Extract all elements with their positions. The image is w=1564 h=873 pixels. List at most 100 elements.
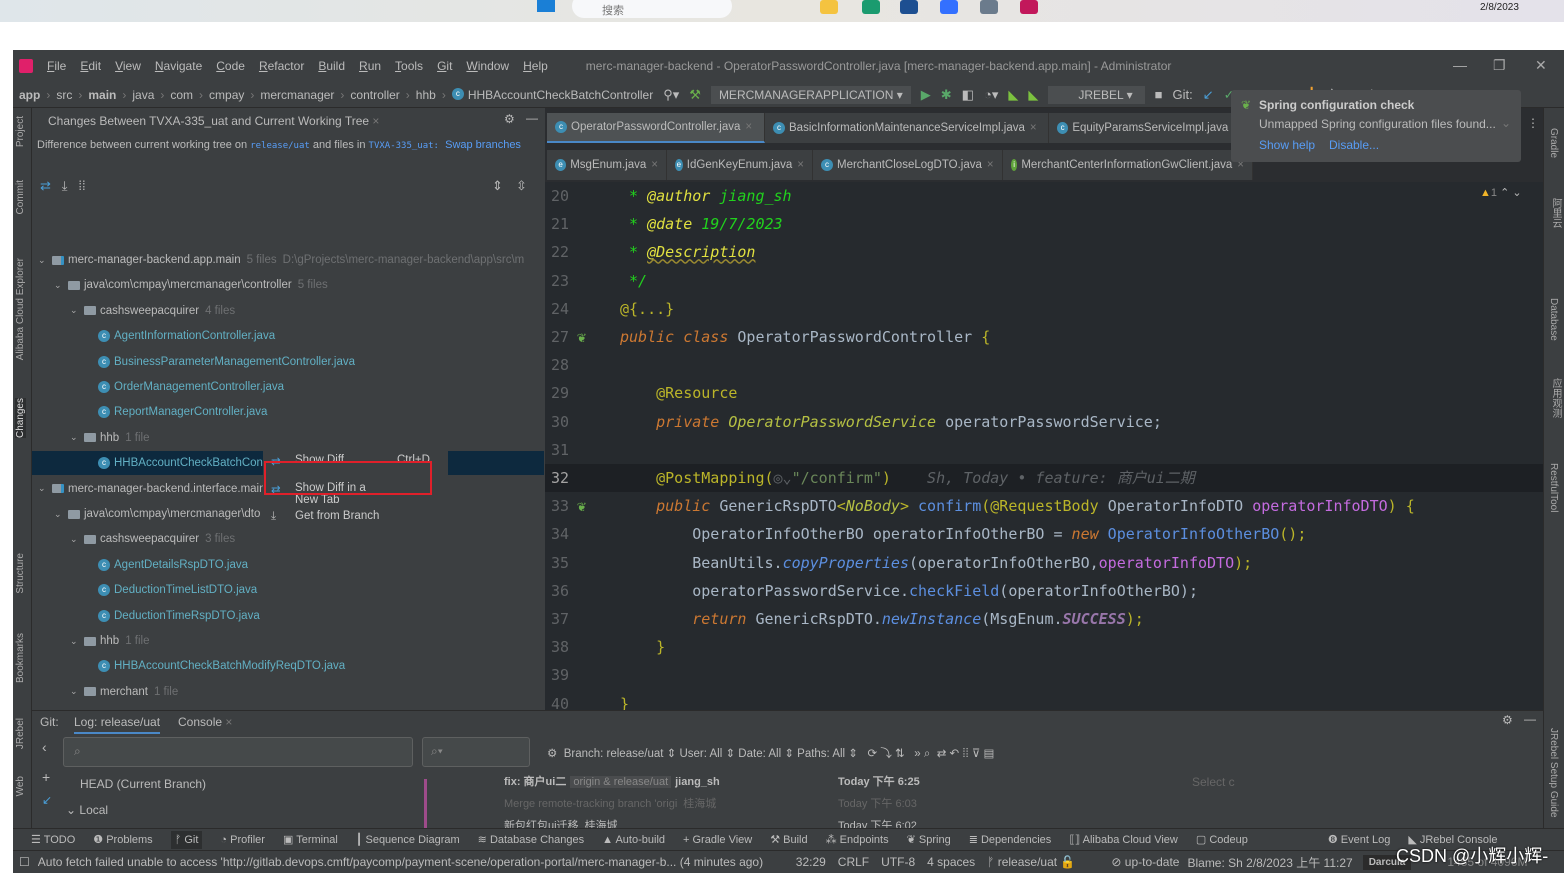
code-line[interactable]: 24 @{...} [545,295,1543,323]
tool-strip-structure[interactable]: Structure [15,553,26,594]
tool-window-sequence-diagram[interactable]: ┃ Sequence Diagram [356,833,460,846]
collapse-sidebar-icon[interactable]: ‹ [42,739,47,755]
collapse-all-icon[interactable]: ⇳ [516,178,527,194]
disable-link[interactable]: Disable... [1329,138,1379,152]
tree-file[interactable]: c BusinessParameterManagementController.j… [32,350,544,374]
file-explorer-icon[interactable] [820,0,838,14]
tab-log[interactable]: Log: release/uat [74,715,161,734]
tool-window-spring[interactable]: ❦ Spring [907,833,951,846]
tree-file[interactable]: c ReportManagerController.java [32,400,544,424]
tool-strip-bookmarks[interactable]: Bookmarks [15,633,26,683]
tool-strip-right-0[interactable]: Gradle [1548,128,1559,158]
windows-start-icon[interactable] [537,0,555,12]
swap-branches-link[interactable]: Swap branches [445,139,521,151]
close-tab-icon[interactable]: × [651,159,658,171]
code-line[interactable]: 21 * @date 19/7/2023 [545,210,1543,238]
menu-run[interactable]: Run [359,59,381,73]
tree-file[interactable]: c OrderManagementController.java [32,375,544,399]
changes-panel-title[interactable]: Changes Between TVXA-335_uat and Current… [48,114,379,128]
editor-tab[interactable]: c OperatorPasswordController.java × [547,113,765,143]
status-toggle-icon[interactable]: ☐ [19,855,30,869]
taskbar-search[interactable]: 搜索 [572,0,732,18]
tool-window-auto-build[interactable]: ▲ Auto-build [602,834,665,846]
editor-tab[interactable]: e MsgEnum.java × [547,150,667,180]
tab-console[interactable]: Console × [178,715,232,729]
breadcrumb-item[interactable]: app [19,88,40,102]
branch-search-input[interactable]: ⌕ [63,737,413,767]
tool-strip-right-2[interactable]: Database [1548,298,1559,341]
file-encoding[interactable]: UTF-8 [881,855,915,869]
tree-file[interactable]: c AgentInformationController.java [32,324,544,348]
editor-tab[interactable]: c BasicInformationMaintenanceServiceImpl.… [765,113,1049,143]
feishu-icon[interactable] [940,0,958,14]
tree-folder[interactable]: ⌄ cashsweepacquirer 4 files [32,299,544,323]
code-line[interactable]: 27 ❦ public class OperatorPasswordControll… [545,323,1543,351]
code-line[interactable]: 22 * @Description [545,238,1543,266]
code-line[interactable]: 34 OperatorInfoOtherBO operatorInfoOther… [545,520,1543,548]
breadcrumb-item[interactable]: com [170,88,193,102]
close-tab-icon[interactable]: × [987,159,994,171]
panel-settings-icon[interactable]: ⚙ [504,112,515,126]
settings-icon[interactable]: ⚙ [1502,713,1513,727]
code-line[interactable]: 29 @Resource [545,379,1543,407]
tool-strip-web[interactable]: Web [15,776,26,796]
code-line[interactable]: 40} [545,690,1543,710]
log-filters[interactable]: ⚙ Branch: release/uat ⇕ User: All ⇕ Date… [547,745,994,761]
code-line[interactable]: 20 * @author jiang_sh [545,182,1543,210]
menu-view[interactable]: View [115,59,141,73]
tool-strip-right-1[interactable]: 阿里云 [1548,198,1563,228]
code-line[interactable]: 36 operatorPasswordService.checkField(op… [545,577,1543,605]
breadcrumb-item[interactable]: HHBAccountCheckBatchController [468,88,653,102]
context-menu-get-from-branch[interactable]: ⤓ Get from Branch [271,510,387,523]
menu-build[interactable]: Build [318,59,345,73]
group-by-icon[interactable]: ⁞⁞ [78,178,85,193]
jrebel-run-icon[interactable]: ◣ [1008,87,1018,103]
code-line[interactable]: 23 */ [545,267,1543,295]
tool-strip-right-4[interactable]: RestfulTool [1548,463,1559,512]
editor-tab[interactable]: e IdGenKeyEnum.java × [667,150,813,180]
settings-icon[interactable] [980,0,998,14]
tool-window-database-changes[interactable]: ≋ Database Changes [478,833,584,846]
tool-window-profiler[interactable]: ◔ Profiler [220,834,265,846]
code-line[interactable]: 39 [545,661,1543,689]
branch-local[interactable]: ⌄ Local [66,803,108,817]
tree-file[interactable]: c AgentDetailsRspDTO.java [32,553,544,577]
jrebel-select[interactable]: JREBEL ▾ [1048,85,1145,104]
close-button[interactable]: ✕ [1535,57,1547,74]
chevron-down-icon[interactable]: ⌄ [70,305,82,316]
panel-hide-icon[interactable]: — [526,111,538,125]
add-branch-icon[interactable]: + [42,769,50,785]
menu-code[interactable]: Code [216,59,245,73]
close-tab-icon[interactable]: × [745,121,752,133]
log-search-input[interactable]: ⌕▾ [422,737,530,767]
tree-folder[interactable]: ⌄ hhb 1 file [32,629,544,653]
editor-tab[interactable]: i MerchantCenterInformationGwClient.java × [1003,150,1253,180]
coverage-icon[interactable]: ◧ [962,87,974,103]
tool-window-terminal[interactable]: ▣ Terminal [283,833,338,846]
close-tab-icon[interactable]: × [797,159,804,171]
code-line[interactable]: 37 return GenericRspDTO.newInstance(MsgE… [545,605,1543,633]
expand-notification-icon[interactable]: ⌄ [1501,116,1511,130]
breadcrumb-item[interactable]: java [132,88,154,102]
get-from-branch-icon[interactable]: ⤓ [62,178,68,193]
run-configuration-select[interactable]: MERCMANAGERAPPLICATION ▾ [710,85,911,104]
branch-head[interactable]: HEAD (Current Branch) [80,777,206,791]
stop-icon[interactable]: ■ [1155,87,1163,102]
menu-help[interactable]: Help [523,59,548,73]
tool-strip-right-5[interactable]: JRebel Setup Guide [1548,728,1559,818]
menu-tools[interactable]: Tools [395,59,423,73]
menu-refactor[interactable]: Refactor [259,59,304,73]
tool-strip-commit[interactable]: Commit [15,180,26,214]
build-hammer-icon[interactable]: ⚒ [689,87,701,103]
line-separator[interactable]: CRLF [838,855,869,869]
show-help-link[interactable]: Show help [1259,138,1315,152]
tool-window-git[interactable]: ᚠ Git [170,830,203,849]
edge-icon[interactable] [862,0,880,14]
tree-folder[interactable]: ⌄ merc-manager-backend.app.main 5 files D:\… [32,248,544,272]
tree-folder[interactable]: ⌄ merchant 1 file [32,680,544,704]
git-branch-widget[interactable]: ᚠ release/uat 🔓 [987,855,1075,869]
code-line[interactable]: 32 @PostMapping(◎⌄"/confirm") Sh, Today … [545,464,1543,492]
breadcrumb-item[interactable]: main [88,88,116,102]
expand-all-icon[interactable]: ⇕ [492,178,503,194]
tree-file[interactable]: c DeductionTimeRspDTO.java [32,604,544,628]
